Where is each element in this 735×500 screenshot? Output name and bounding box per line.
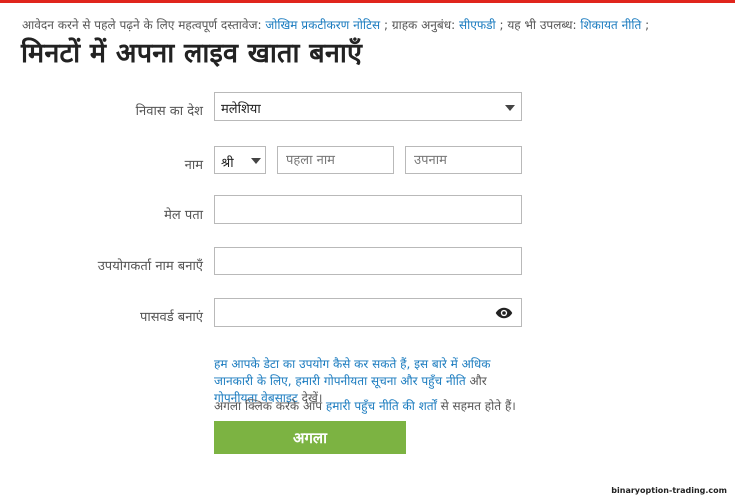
- complaint-policy-link[interactable]: शिकायत नीति: [580, 18, 641, 32]
- document-notice-sep2: ; यह भी उपलब्ध:: [495, 18, 581, 32]
- email-input[interactable]: [215, 196, 521, 223]
- document-notice-suffix: ;: [641, 18, 650, 32]
- cfd-agreement-link[interactable]: सीएफडी: [459, 18, 496, 32]
- document-notice-sep1: ; ग्राहक अनुबंध:: [380, 18, 460, 32]
- last-name-input[interactable]: [406, 147, 521, 173]
- username-input[interactable]: [215, 248, 521, 274]
- password-input[interactable]: [215, 299, 521, 326]
- salutation-select-value: श्री: [221, 156, 234, 171]
- consent-prefix: अगला क्लिक करके आप: [214, 399, 326, 413]
- privacy-notice-mid: और: [465, 374, 487, 388]
- country-select[interactable]: मलेशिया: [214, 92, 522, 121]
- access-policy-terms-link[interactable]: हमारी पहुँच नीति की शर्तों: [326, 399, 437, 413]
- document-notice-prefix: आवेदन करने से पहले पढ़ने के लिए महत्वपूर…: [22, 18, 266, 32]
- consent-text: अगला क्लिक करके आप हमारी पहुँच नीति की श…: [214, 397, 534, 414]
- email-label: मेल पता: [164, 208, 203, 223]
- password-field[interactable]: [214, 298, 522, 327]
- email-field[interactable]: [214, 195, 522, 224]
- privacy-notice-link[interactable]: हम आपके डेटा का उपयोग कैसे कर सकते हैं, …: [214, 357, 490, 388]
- username-field[interactable]: [214, 247, 522, 275]
- top-accent-bar: [0, 0, 735, 3]
- name-label: नाम: [184, 158, 203, 173]
- username-label: उपयोगकर्ता नाम बनाएँ: [97, 259, 203, 274]
- chevron-down-icon: [251, 158, 261, 164]
- first-name-input[interactable]: [278, 147, 393, 173]
- salutation-select[interactable]: श्री: [214, 146, 266, 174]
- eye-icon[interactable]: [495, 307, 513, 319]
- password-label: पासवर्ड बनाएं: [139, 310, 203, 325]
- page-title: मिनटों में अपना लाइव खाता बनाएँ: [21, 38, 363, 69]
- consent-suffix: से सहमत होते हैं।: [436, 399, 516, 413]
- watermark-text: binaryoption-trading.com: [609, 485, 729, 496]
- document-notice: आवेदन करने से पहले पढ़ने के लिए महत्वपूर…: [22, 16, 722, 33]
- first-name-field[interactable]: [277, 146, 394, 174]
- risk-disclosure-link[interactable]: जोखिम प्रकटीकरण नोटिस: [265, 18, 380, 32]
- country-label: निवास का देश: [135, 104, 203, 119]
- next-button[interactable]: अगला: [214, 421, 406, 454]
- country-select-value: मलेशिया: [221, 102, 261, 117]
- last-name-field[interactable]: [405, 146, 522, 174]
- chevron-down-icon: [505, 105, 515, 111]
